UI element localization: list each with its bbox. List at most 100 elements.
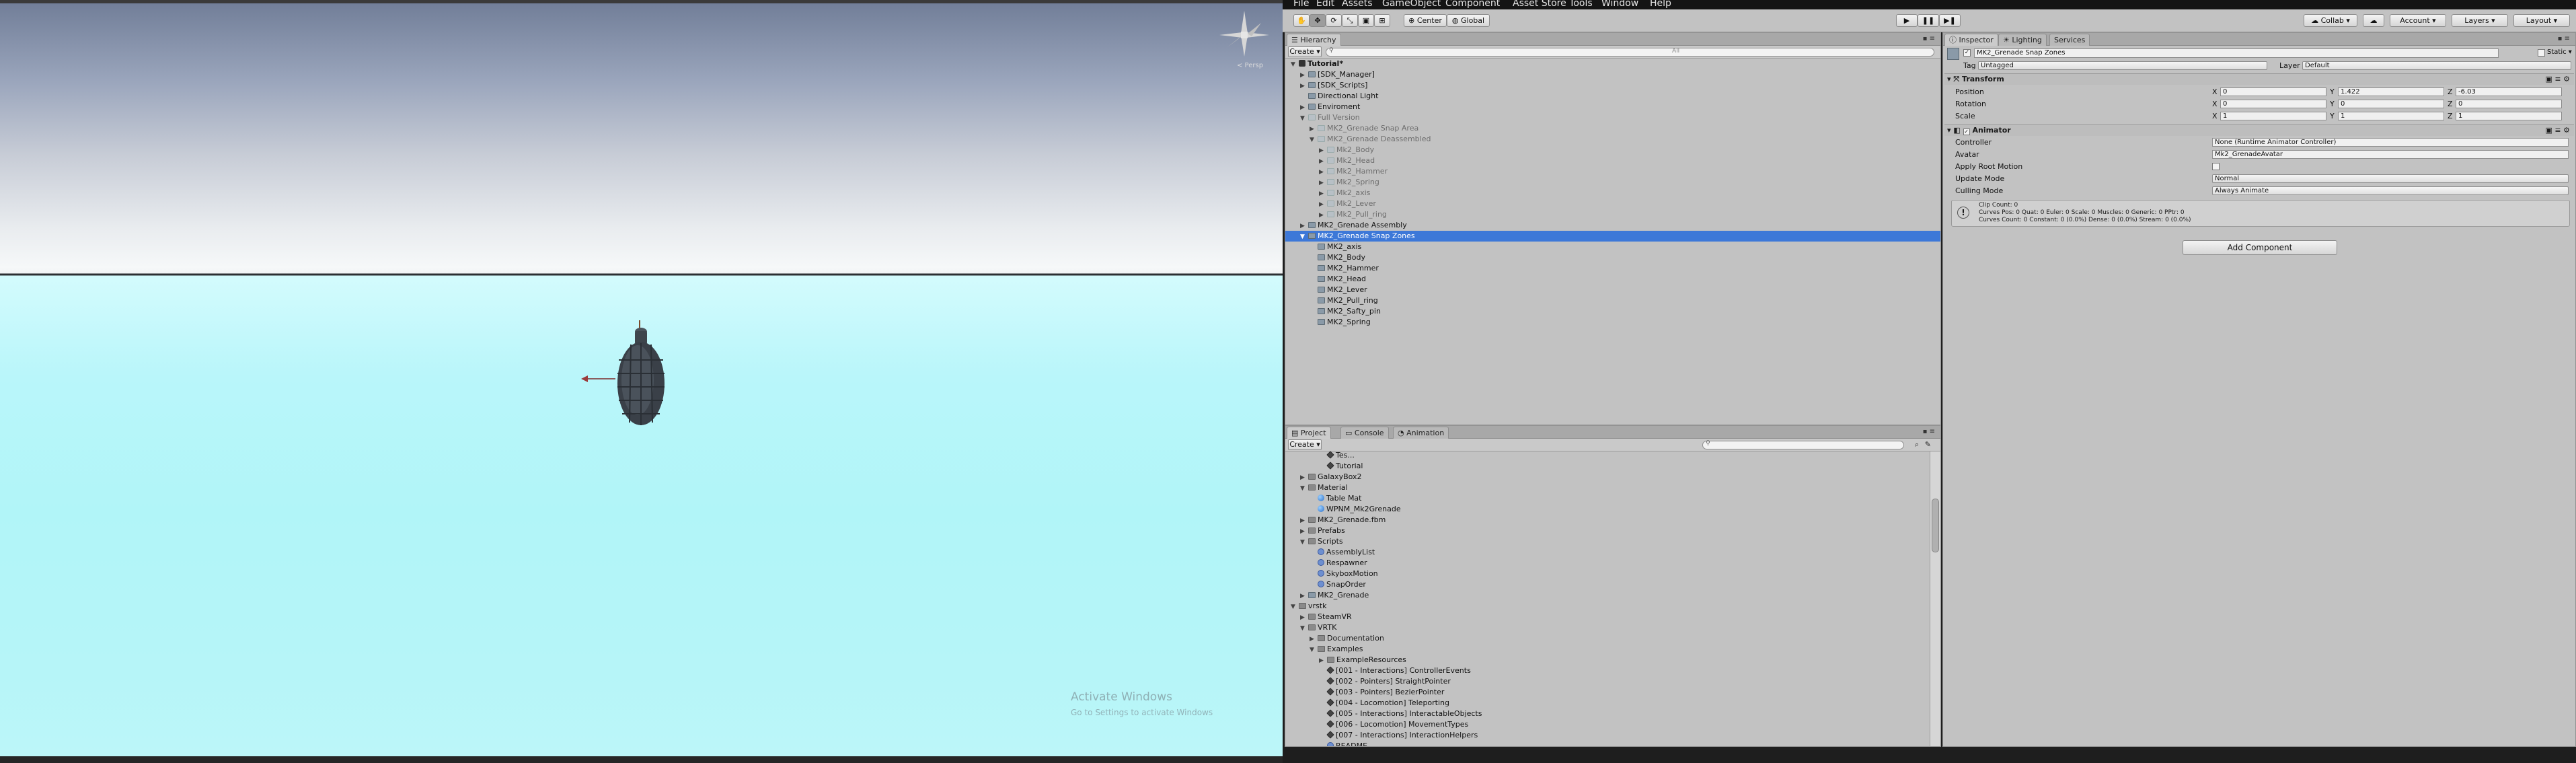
- position-z-field[interactable]: -6.03: [2456, 87, 2562, 96]
- project-row[interactable]: SnapOrder: [1285, 579, 1928, 590]
- project-row[interactable]: ▼ vrstk: [1285, 601, 1928, 612]
- x-axis-label[interactable]: X: [2212, 87, 2218, 96]
- project-row[interactable]: ▶ GalaxyBox2: [1285, 472, 1928, 482]
- hierarchy-row[interactable]: MK2_Pull_ring: [1285, 295, 1940, 306]
- y-axis-label[interactable]: Y: [2330, 112, 2335, 120]
- move-tool-button[interactable]: ✥: [1310, 14, 1326, 27]
- menu-assets[interactable]: Assets: [1342, 0, 1373, 9]
- component-settings-icon[interactable]: ▣ ≡ ⚙: [2546, 74, 2570, 85]
- rotate-tool-button[interactable]: ⟳: [1326, 14, 1342, 27]
- transform-tool-button[interactable]: ⊞: [1374, 14, 1390, 27]
- project-create-button[interactable]: Create ▾: [1288, 439, 1322, 450]
- hierarchy-row[interactable]: ▶ Mk2_Pull_ring: [1285, 209, 1940, 220]
- filter-by-label-icon[interactable]: ✎: [1925, 440, 1931, 449]
- animator-header[interactable]: ▾ ◧ ✓ Animator ▣ ≡ ⚙: [1944, 124, 2574, 136]
- transform-header[interactable]: ▾ ⤧ Transform ▣ ≡ ⚙: [1944, 73, 2574, 85]
- foldout-arrow-icon[interactable]: ▶: [1300, 472, 1308, 483]
- position-x-field[interactable]: 0: [2220, 87, 2326, 96]
- static-checkbox[interactable]: [2538, 49, 2545, 57]
- hierarchy-row[interactable]: ▶ [SDK_Scripts]: [1285, 80, 1940, 91]
- foldout-arrow-icon[interactable]: ▼: [1291, 602, 1299, 612]
- hierarchy-row[interactable]: ▼ Full Version: [1285, 112, 1940, 123]
- foldout-arrow-icon[interactable]: ▼: [1310, 645, 1318, 655]
- hierarchy-row[interactable]: ▶ Mk2_Hammer: [1285, 166, 1940, 177]
- foldout-arrow-icon[interactable]: ▶: [1300, 591, 1308, 602]
- hierarchy-row[interactable]: Directional Light: [1285, 91, 1940, 102]
- project-row[interactable]: [001 - Interactions] ControllerEvents: [1285, 665, 1928, 676]
- x-axis-label[interactable]: X: [2212, 112, 2218, 120]
- hierarchy-row[interactable]: MK2_Body: [1285, 252, 1940, 263]
- hierarchy-row[interactable]: ▶ Mk2_Head: [1285, 155, 1940, 166]
- y-axis-label[interactable]: Y: [2330, 100, 2335, 108]
- foldout-arrow-icon[interactable]: ▶: [1319, 145, 1327, 156]
- avatar-field[interactable]: Mk2_GrenadeAvatar: [2212, 150, 2569, 159]
- inspector-panel-menu-icon[interactable]: ▪ ≡: [2558, 35, 2570, 42]
- space-global-toggle[interactable]: ◍ Global: [1447, 14, 1490, 27]
- hierarchy-row[interactable]: ▼ MK2_Grenade Deassembled: [1285, 134, 1940, 145]
- hierarchy-search-input[interactable]: ⚲ All: [1326, 47, 1934, 57]
- scale-x-field[interactable]: 1: [2220, 112, 2326, 120]
- foldout-arrow-icon[interactable]: ▼: [1310, 135, 1318, 145]
- hierarchy-row[interactable]: ▼ MK2_Grenade Snap Zones: [1285, 231, 1940, 242]
- tab-services[interactable]: Services: [2049, 34, 2090, 46]
- scene-view[interactable]: < Persp Activate Windows Go to Settings …: [0, 0, 1283, 756]
- hierarchy-row[interactable]: ▶ MK2_Grenade Assembly: [1285, 220, 1940, 231]
- project-row[interactable]: ▼ Examples: [1285, 644, 1928, 655]
- filter-by-type-icon[interactable]: ⌕: [1915, 440, 1919, 449]
- rect-tool-button[interactable]: ▣: [1358, 14, 1374, 27]
- rotation-z-field[interactable]: 0: [2456, 100, 2562, 108]
- foldout-arrow-icon[interactable]: ▼: [1300, 231, 1308, 242]
- foldout-arrow-icon[interactable]: ▶: [1310, 124, 1318, 135]
- layer-dropdown[interactable]: Default: [2302, 61, 2571, 70]
- scale-y-field[interactable]: 1: [2338, 112, 2444, 120]
- hand-tool-button[interactable]: ✋: [1293, 14, 1310, 27]
- project-row[interactable]: ▶ MK2_Grenade.fbm: [1285, 515, 1928, 525]
- menu-window[interactable]: Window: [1601, 0, 1638, 9]
- layout-dropdown[interactable]: Layout ▾: [2513, 14, 2570, 27]
- update-mode-dropdown[interactable]: Normal: [2212, 174, 2569, 183]
- active-checkbox[interactable]: ✓: [1963, 49, 1971, 57]
- project-row[interactable]: ▶ Prefabs: [1285, 525, 1928, 536]
- apply-root-motion-checkbox[interactable]: [2212, 163, 2220, 170]
- foldout-arrow-icon[interactable]: ▶: [1319, 210, 1327, 221]
- object-name-field[interactable]: MK2_Grenade Snap Zones: [1974, 48, 2499, 58]
- foldout-arrow-icon[interactable]: ▶: [1319, 655, 1327, 666]
- project-row[interactable]: [007 - Interactions] InteractionHelpers: [1285, 730, 1928, 741]
- tab-hierarchy[interactable]: ☰ Hierarchy: [1287, 34, 1341, 46]
- hierarchy-row[interactable]: MK2_Head: [1285, 274, 1940, 285]
- menu-gameobject[interactable]: GameObject: [1382, 0, 1441, 9]
- hierarchy-row[interactable]: MK2_Lever: [1285, 285, 1940, 295]
- rotation-x-field[interactable]: 0: [2220, 100, 2326, 108]
- layers-dropdown[interactable]: Layers ▾: [2452, 14, 2508, 27]
- hierarchy-row[interactable]: ▼ Tutorial*: [1285, 59, 1940, 69]
- foldout-arrow-icon[interactable]: ▶: [1319, 199, 1327, 210]
- tag-dropdown[interactable]: Untagged: [1978, 61, 2267, 70]
- menu-component[interactable]: Component: [1445, 0, 1500, 9]
- grenade-object[interactable]: [578, 316, 673, 434]
- step-button[interactable]: ▶❚: [1939, 14, 1961, 27]
- hierarchy-row[interactable]: ▶ Mk2_Body: [1285, 145, 1940, 155]
- tab-console[interactable]: ▭ Console: [1340, 427, 1389, 439]
- rotation-y-field[interactable]: 0: [2338, 100, 2444, 108]
- project-row[interactable]: ▼ VRTK: [1285, 622, 1928, 633]
- project-row[interactable]: SkyboxMotion: [1285, 569, 1928, 579]
- project-row[interactable]: [004 - Locomotion] Teleporting: [1285, 698, 1928, 708]
- project-row[interactable]: Tutorial: [1285, 461, 1928, 472]
- project-row[interactable]: ▶ MK2_Grenade: [1285, 590, 1928, 601]
- project-row[interactable]: Tes...: [1285, 451, 1928, 461]
- foldout-arrow-icon[interactable]: ▶: [1300, 221, 1308, 231]
- menu-edit[interactable]: Edit: [1316, 0, 1334, 9]
- x-axis-label[interactable]: X: [2212, 100, 2218, 108]
- foldout-arrow-icon[interactable]: ▶: [1300, 526, 1308, 537]
- menu-file[interactable]: File: [1293, 0, 1309, 9]
- scale-z-field[interactable]: 1: [2456, 112, 2562, 120]
- foldout-arrow-icon[interactable]: ▶: [1319, 178, 1327, 188]
- foldout-arrow-icon[interactable]: ▶: [1300, 81, 1308, 92]
- hierarchy-row[interactable]: ▶ Enviroment: [1285, 102, 1940, 112]
- collab-dropdown[interactable]: ☁ Collab ▾: [2304, 14, 2357, 27]
- hierarchy-row[interactable]: MK2_Hammer: [1285, 263, 1940, 274]
- project-row[interactable]: ▶ ExampleResources: [1285, 655, 1928, 665]
- menu-help[interactable]: Help: [1650, 0, 1671, 9]
- project-row[interactable]: ▼ Material: [1285, 482, 1928, 493]
- pause-button[interactable]: ❚❚: [1918, 14, 1939, 27]
